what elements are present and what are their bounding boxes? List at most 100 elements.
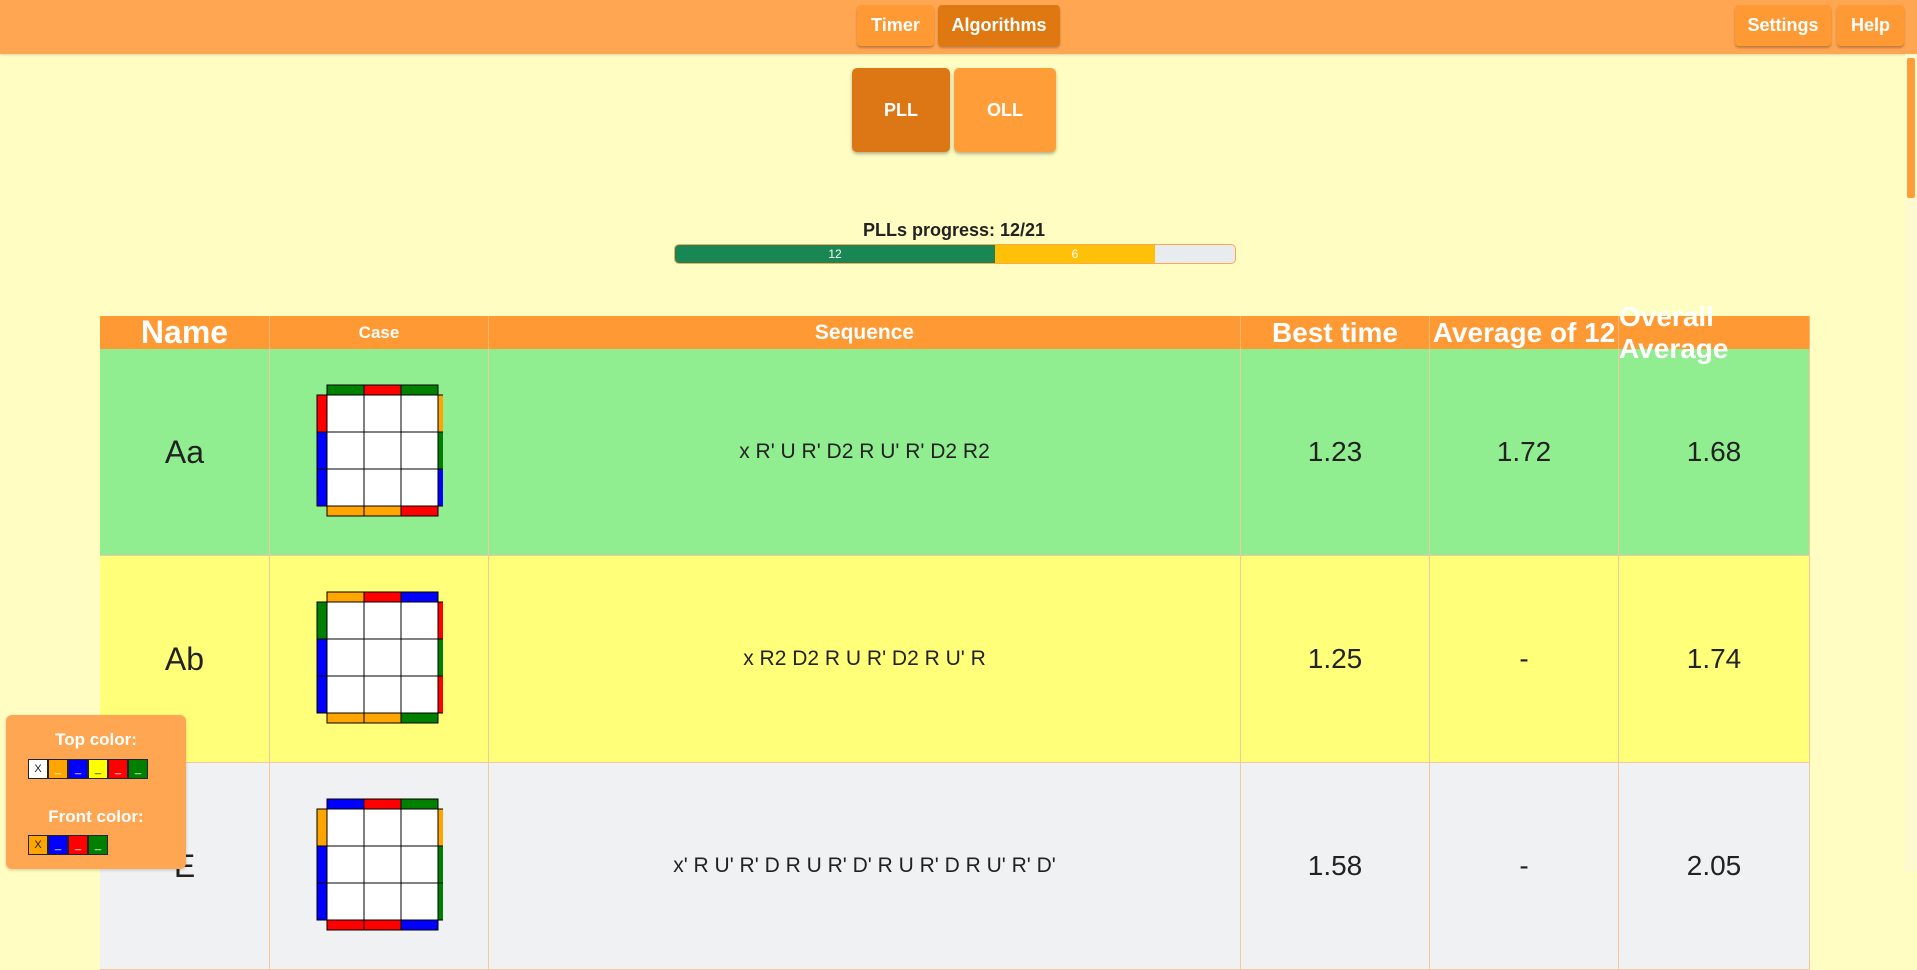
cube-diagram [315, 797, 443, 935]
sticker-face [363, 638, 402, 677]
sticker-face [326, 601, 365, 640]
top-color-swatch[interactable]: _ [108, 759, 128, 779]
front-color-swatch[interactable]: X [28, 835, 48, 855]
front-color-swatch[interactable]: _ [68, 835, 88, 855]
table-row[interactable]: E x' R U' R' D R U R' D' R U R' D R U' R… [100, 763, 1810, 970]
case-sequence[interactable]: x R2 D2 R U R' D2 R U' R [489, 556, 1241, 762]
cube-svg [316, 591, 443, 724]
nav-algorithms-button[interactable]: Algorithms [938, 5, 1060, 46]
sticker-left [316, 431, 328, 470]
sticker-bottom [400, 505, 439, 517]
page-scrollbar[interactable] [1905, 54, 1917, 872]
sticker-face [363, 675, 402, 714]
sticker-right [437, 808, 443, 847]
sticker-face [400, 882, 439, 921]
case-cell [270, 556, 489, 762]
sticker-face [400, 468, 439, 507]
sticker-bottom [400, 919, 439, 931]
sticker-face [400, 431, 439, 470]
best-time: 1.25 [1241, 556, 1430, 762]
cube-diagram [315, 383, 443, 521]
sticker-top [363, 798, 402, 810]
sticker-left [316, 882, 328, 921]
sticker-left [316, 468, 328, 507]
sticker-face [363, 845, 402, 884]
header-sequence: Sequence [489, 316, 1241, 349]
overall-average: 2.05 [1619, 763, 1810, 969]
sticker-right [437, 431, 443, 470]
sticker-face [326, 638, 365, 677]
case-sequence[interactable]: x R' U R' D2 R U' R' D2 R2 [489, 349, 1241, 555]
sticker-face [400, 808, 439, 847]
average-12: 1.72 [1430, 349, 1619, 555]
case-cell [270, 349, 489, 555]
sticker-right [437, 845, 443, 884]
case-sequence[interactable]: x' R U' R' D R U R' D' R U R' D R U' R' … [489, 763, 1241, 969]
sticker-right [437, 882, 443, 921]
sticker-face [326, 882, 365, 921]
sticker-bottom [363, 919, 402, 931]
sticker-top [363, 591, 402, 603]
nav-settings-button[interactable]: Settings [1735, 5, 1831, 46]
sticker-face [326, 468, 365, 507]
sticker-right [437, 394, 443, 433]
nav-help-button[interactable]: Help [1837, 5, 1904, 46]
cube-svg [316, 384, 443, 517]
sticker-left [316, 394, 328, 433]
sticker-right [437, 468, 443, 507]
sticker-bottom [363, 505, 402, 517]
sticker-right [437, 638, 443, 677]
sticker-face [363, 394, 402, 433]
cube-diagram [315, 590, 443, 728]
header-overall-average[interactable]: Overall Average [1619, 301, 1810, 364]
top-color-swatch[interactable]: X [28, 759, 48, 779]
sticker-bottom [326, 505, 365, 517]
header-case: Case [270, 316, 489, 349]
average-12: - [1430, 763, 1619, 969]
top-color-label: Top color: [55, 730, 137, 749]
top-color-swatch[interactable]: _ [48, 759, 68, 779]
sticker-left [316, 845, 328, 884]
sticker-face [400, 845, 439, 884]
color-selector-panel: Top color: X _ _ _ _ _ Front color: X _ _ _ [6, 715, 186, 869]
table-row[interactable]: Ab x R2 D2 R U R' D2 R U' R 1.25 - 1.74 [100, 556, 1810, 763]
sticker-face [400, 675, 439, 714]
best-time: 1.58 [1241, 763, 1430, 969]
mode-pll-button[interactable]: PLL [852, 68, 950, 152]
sticker-face [363, 468, 402, 507]
sticker-face [326, 808, 365, 847]
sticker-left [316, 808, 328, 847]
header-average-12[interactable]: Average of 12 [1430, 316, 1619, 349]
sticker-bottom [326, 919, 365, 931]
header-best-time[interactable]: Best time [1241, 316, 1430, 349]
progress-learned-segment: 12 [675, 245, 995, 263]
front-color-swatch[interactable]: _ [48, 835, 68, 855]
overall-average: 1.68 [1619, 349, 1810, 555]
table-row[interactable]: Aa x R' U R' D2 R U' R' D2 R2 1.23 1.72 … [100, 349, 1810, 556]
sticker-face [363, 431, 402, 470]
top-color-swatches: X _ _ _ _ _ [28, 759, 148, 779]
top-color-swatch[interactable]: _ [128, 759, 148, 779]
average-12: - [1430, 556, 1619, 762]
table-header: Name Case Sequence Best time Average of … [100, 301, 1810, 364]
sticker-face [400, 638, 439, 677]
sticker-face [400, 601, 439, 640]
top-color-swatch[interactable]: _ [88, 759, 108, 779]
header-name[interactable]: Name [100, 314, 270, 350]
top-color-swatch[interactable]: _ [68, 759, 88, 779]
best-time: 1.23 [1241, 349, 1430, 555]
sticker-right [437, 601, 443, 640]
front-color-swatch[interactable]: _ [88, 835, 108, 855]
sticker-left [316, 601, 328, 640]
sticker-right [437, 675, 443, 714]
mode-oll-button[interactable]: OLL [954, 68, 1056, 152]
sticker-bottom [363, 712, 402, 724]
sticker-face [363, 808, 402, 847]
scrollbar-thumb[interactable] [1907, 58, 1915, 198]
top-navbar: Timer Algorithms Settings Help [0, 0, 1917, 54]
sticker-top [326, 798, 365, 810]
nav-timer-button[interactable]: Timer [857, 5, 934, 46]
sticker-face [326, 675, 365, 714]
sticker-top [400, 798, 439, 810]
overall-average: 1.74 [1619, 556, 1810, 762]
